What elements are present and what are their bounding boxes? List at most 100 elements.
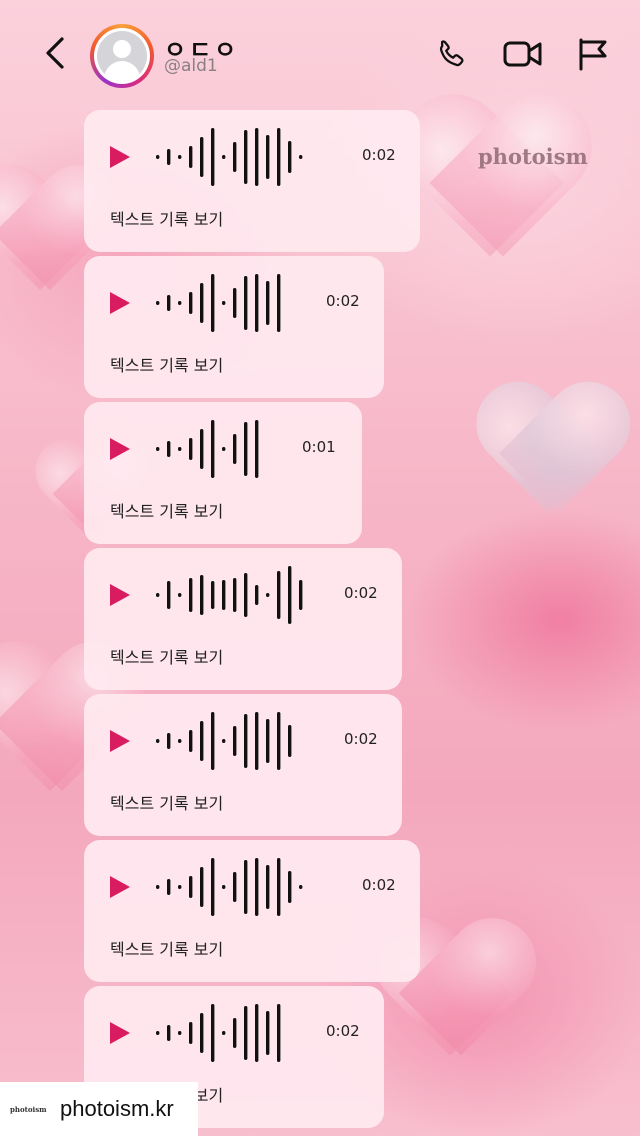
photoism-watermark: photoism xyxy=(478,144,588,169)
heart-decoration xyxy=(475,387,622,524)
waveform-bar xyxy=(299,580,303,610)
waveform[interactable] xyxy=(156,548,310,642)
waveform-bar xyxy=(233,578,237,612)
waveform-bar xyxy=(156,1031,160,1035)
waveform-bar xyxy=(244,130,248,184)
avatar-placeholder-icon xyxy=(97,31,147,81)
video-icon xyxy=(503,41,542,67)
voice-message[interactable]: 0:01 텍스트 기록 보기 xyxy=(84,402,362,544)
waveform[interactable] xyxy=(156,986,288,1080)
chat-header: ㅇㄷㅇ @ald1 xyxy=(0,0,640,110)
waveform-bar xyxy=(233,434,237,464)
waveform[interactable] xyxy=(156,840,310,934)
waveform-bar xyxy=(156,301,160,305)
waveform-bar xyxy=(299,155,303,159)
waveform-bar xyxy=(244,860,248,914)
waveform-bar xyxy=(189,578,193,612)
waveform[interactable] xyxy=(156,256,288,350)
waveform-bar xyxy=(211,420,215,478)
waveform-bar xyxy=(178,593,182,597)
footer-brand: photoism photoism.kr xyxy=(0,1082,198,1136)
play-icon[interactable] xyxy=(110,584,130,606)
waveform-bar xyxy=(277,274,281,332)
view-transcript-link[interactable]: 텍스트 기록 보기 xyxy=(110,206,223,230)
play-icon[interactable] xyxy=(110,146,130,168)
waveform-bar xyxy=(266,135,270,179)
waveform-bar xyxy=(178,739,182,743)
waveform-bar xyxy=(288,871,292,903)
waveform-bar xyxy=(222,155,226,159)
waveform-bar xyxy=(189,876,193,898)
waveform-bar xyxy=(244,276,248,330)
waveform-bar xyxy=(178,447,182,451)
play-icon[interactable] xyxy=(110,438,130,460)
waveform-bar xyxy=(211,581,215,609)
video-call-button[interactable] xyxy=(503,36,543,72)
waveform-bar xyxy=(222,1031,226,1035)
avatar[interactable] xyxy=(90,24,154,88)
waveform-bar xyxy=(211,274,215,332)
play-icon[interactable] xyxy=(110,876,130,898)
view-transcript-link[interactable]: 텍스트 기록 보기 xyxy=(110,790,223,814)
waveform-bar xyxy=(211,858,215,916)
waveform-bar xyxy=(211,128,215,186)
waveform-bar xyxy=(277,1004,281,1062)
play-icon[interactable] xyxy=(110,1022,130,1044)
waveform-bar xyxy=(266,719,270,763)
waveform-bar xyxy=(156,885,160,889)
waveform-bar xyxy=(277,128,281,186)
waveform[interactable] xyxy=(156,110,310,204)
waveform-bar xyxy=(222,739,226,743)
phone-icon xyxy=(439,40,464,67)
waveform-bar xyxy=(255,420,259,478)
view-transcript-link[interactable]: 텍스트 기록 보기 xyxy=(110,352,223,376)
footer-site: photoism.kr xyxy=(60,1096,174,1121)
waveform-bar xyxy=(255,712,259,770)
voice-message[interactable]: 0:02 텍스트 기록 보기 xyxy=(84,694,402,836)
voice-message[interactable]: 0:02 텍스트 기록 보기 xyxy=(84,110,420,252)
waveform-bar xyxy=(211,1004,215,1062)
duration-label: 0:02 xyxy=(326,1022,360,1040)
view-transcript-link[interactable]: 텍스트 기록 보기 xyxy=(110,644,223,668)
waveform-bar xyxy=(222,580,226,610)
view-transcript-link[interactable]: 텍스트 기록 보기 xyxy=(110,936,223,960)
waveform-bar xyxy=(167,879,171,895)
duration-label: 0:01 xyxy=(302,438,336,456)
call-button[interactable] xyxy=(432,36,472,72)
waveform[interactable] xyxy=(156,694,299,788)
report-button[interactable] xyxy=(572,36,612,72)
voice-message[interactable]: 0:02 텍스트 기록 보기 xyxy=(84,256,384,398)
waveform-bar xyxy=(189,292,193,314)
waveform-bar xyxy=(178,885,182,889)
waveform-bar xyxy=(167,295,171,311)
waveform-bar xyxy=(288,725,292,757)
waveform-bar xyxy=(222,301,226,305)
voice-message[interactable]: 0:02 텍스트 기록 보기 xyxy=(84,548,402,690)
waveform-bar xyxy=(277,712,281,770)
waveform-bar xyxy=(233,726,237,756)
waveform-bar xyxy=(167,733,171,749)
duration-label: 0:02 xyxy=(326,292,360,310)
waveform-bar xyxy=(244,422,248,476)
back-button[interactable] xyxy=(38,36,72,70)
waveform-bar xyxy=(167,149,171,165)
waveform-bar xyxy=(222,885,226,889)
waveform-bar xyxy=(200,137,204,177)
view-transcript-link[interactable]: 텍스트 기록 보기 xyxy=(110,498,223,522)
play-icon[interactable] xyxy=(110,292,130,314)
waveform-bar xyxy=(200,575,204,615)
waveform[interactable] xyxy=(156,402,266,496)
waveform-bar xyxy=(167,441,171,457)
voice-message[interactable]: 0:02 텍스트 기록 보기 xyxy=(84,840,420,982)
waveform-bar xyxy=(189,1022,193,1044)
waveform-bar xyxy=(277,571,281,619)
waveform-bar xyxy=(200,283,204,323)
waveform-bar xyxy=(178,301,182,305)
duration-label: 0:02 xyxy=(344,730,378,748)
waveform-bar xyxy=(255,1004,259,1062)
waveform-bar xyxy=(222,447,226,451)
play-icon[interactable] xyxy=(110,730,130,752)
waveform-bar xyxy=(233,872,237,902)
waveform-bar xyxy=(200,867,204,907)
waveform-bar xyxy=(255,128,259,186)
